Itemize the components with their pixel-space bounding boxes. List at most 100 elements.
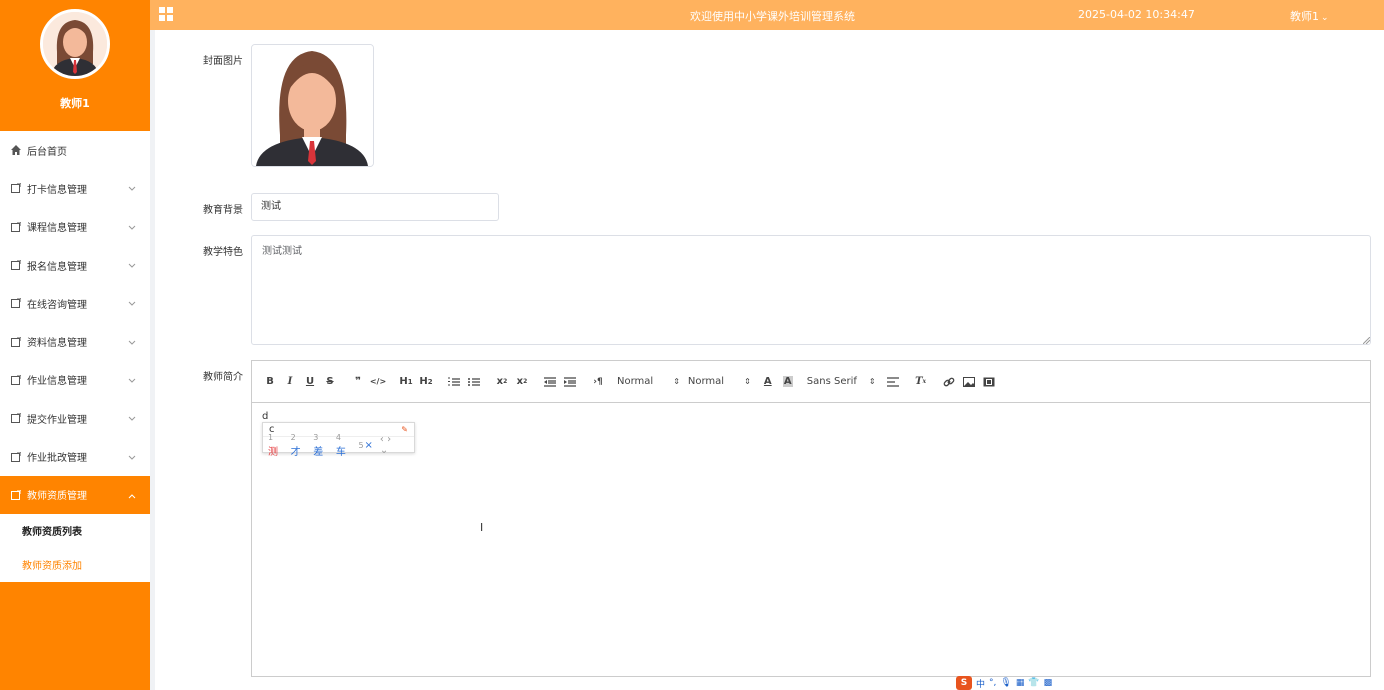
subscript-button[interactable]: x2 (493, 373, 511, 391)
skin-icon[interactable]: 👕 (1028, 678, 1039, 688)
ime-mode-indicator[interactable]: 中 (976, 677, 985, 690)
toolbox-icon[interactable]: ▩ (1044, 678, 1053, 688)
ime-candidate-window: c ✎ 1测 2才 3差 4车 5× ‹ › ⌄ (262, 422, 415, 458)
indent-icon[interactable] (561, 373, 579, 391)
topbar-datetime: 2025-04-02 10:34:47 (1078, 8, 1195, 21)
strike-button[interactable]: S (321, 373, 339, 391)
chevron-down-icon: ⌄ (1321, 13, 1329, 23)
clear-format-icon[interactable]: Tx (912, 373, 930, 391)
chevron-down-icon (128, 223, 136, 234)
sidebar-item-0[interactable]: 后台首页 (0, 131, 150, 170)
chevron-down-icon (128, 261, 136, 272)
sidebar-submenu: 教师资质列表 教师资质添加 (0, 513, 150, 582)
ime-candidate[interactable]: 4车 (336, 432, 352, 458)
sidebar-item-label: 打卡信息管理 (27, 184, 87, 196)
image-icon[interactable] (960, 373, 978, 391)
avatar-image (43, 12, 107, 76)
sidebar-item-4[interactable]: 在线咨询管理 (0, 284, 150, 323)
home-icon (11, 145, 21, 156)
header-select-1-value: Normal (617, 376, 654, 387)
sidebar-subitem-1[interactable]: 教师资质添加 (0, 548, 150, 582)
italic-button[interactable]: I (281, 373, 299, 391)
cover-image-upload[interactable] (251, 44, 374, 167)
outdent-icon[interactable] (541, 373, 559, 391)
blockquote-button[interactable]: ❞ (349, 373, 367, 391)
sidebar-item-9[interactable]: 教师资质管理 (0, 475, 150, 514)
ime-candidate-text: 才 (290, 447, 301, 458)
align-icon[interactable] (884, 373, 902, 391)
text-direction-button[interactable]: ›¶ (589, 373, 607, 391)
underline-button[interactable]: U (301, 373, 319, 391)
resize-handle-icon[interactable] (1363, 337, 1370, 344)
sidebar-item-1[interactable]: 打卡信息管理 (0, 169, 150, 208)
chevron-down-icon (128, 453, 136, 464)
ime-pager-icon[interactable]: ‹ › ⌄ (380, 434, 402, 456)
sidebar-item-5[interactable]: 资料信息管理 (0, 322, 150, 361)
intro-label: 教师简介 (203, 372, 243, 383)
header-select-2[interactable]: Normal ⇕ (688, 373, 751, 391)
link-icon[interactable] (940, 373, 958, 391)
sidebar-item-label: 教师资质管理 (27, 491, 87, 503)
ime-candidate[interactable]: 3差 (313, 432, 329, 458)
sidebar: 教师1 后台首页 打卡信息管理 课程信息管理 报名信息管理 在线咨询管理 资料信息管理 作业… (0, 0, 150, 690)
topbar-title: 欢迎使用中小学课外培训管理系统 (690, 10, 855, 23)
education-label: 教育背景 (203, 205, 243, 216)
sidebar-item-label: 报名信息管理 (27, 261, 87, 273)
font-select[interactable]: Sans Serif ⇕ (807, 373, 876, 391)
topbar-user-menu[interactable]: 教师1 ⌄ (1290, 8, 1329, 24)
grid-menu-icon[interactable] (159, 7, 173, 24)
font-select-value: Sans Serif (806, 376, 857, 387)
sidebar-item-8[interactable]: 作业批改管理 (0, 437, 150, 476)
chevron-down-icon (128, 376, 136, 387)
sidebar-item-6[interactable]: 作业信息管理 (0, 360, 150, 400)
header-select-1[interactable]: Normal ⇕ (617, 373, 680, 391)
code-block-button[interactable]: </> (369, 373, 387, 391)
header2-button[interactable]: H2 (417, 373, 435, 391)
editor-content[interactable]: d c ✎ 1测 2才 3差 4车 5× ‹ › ⌄ I (252, 403, 1370, 677)
select-arrows-icon: ⇕ (744, 377, 751, 386)
feature-textarea[interactable]: 测试测试 (251, 235, 1371, 345)
rich-text-editor: B I U S ❞ </> H1 H2 x2 x2 ›¶ Normal ⇕ No… (251, 360, 1371, 677)
sidebar-item-label: 后台首页 (27, 146, 67, 158)
main-form: 封面图片 教育背景 测试 教学特色 测试测试 教师简介 B I U S ❞ </… (155, 30, 1384, 690)
sidebar-subitem-0[interactable]: 教师资质列表 (0, 514, 150, 548)
avatar[interactable] (40, 9, 110, 79)
microphone-icon[interactable]: 🎙 (1000, 678, 1011, 688)
ime-candidate[interactable]: 1测 (268, 432, 284, 458)
document-icon (11, 221, 21, 232)
keyboard-icon[interactable]: ▦ (1016, 678, 1025, 688)
bold-button[interactable]: B (261, 373, 279, 391)
sidebar-profile: 教师1 (0, 9, 150, 131)
select-arrows-icon: ⇕ (868, 377, 876, 386)
sidebar-item-3[interactable]: 报名信息管理 (0, 245, 150, 285)
editor-toolbar: B I U S ❞ </> H1 H2 x2 x2 ›¶ Normal ⇕ No… (252, 361, 1370, 403)
topbar-username: 教师1 (1290, 10, 1319, 23)
background-color-icon[interactable]: A (779, 373, 797, 391)
ime-candidate[interactable]: 2才 (291, 432, 307, 458)
superscript-button[interactable]: x2 (513, 373, 531, 391)
chevron-down-icon (128, 184, 136, 195)
punctuation-icon[interactable]: °, (989, 678, 996, 688)
document-icon (11, 413, 21, 424)
sidebar-menu: 后台首页打卡信息管理课程信息管理报名信息管理在线咨询管理 资料信息管理作业信息管理… (0, 131, 150, 514)
bullet-list-icon[interactable] (465, 373, 483, 391)
education-input[interactable]: 测试 (251, 193, 499, 221)
ordered-list-icon[interactable] (445, 373, 463, 391)
ime-candidate-number: 1 (268, 433, 274, 442)
sidebar-item-2[interactable]: 课程信息管理 (0, 207, 150, 246)
cover-image (252, 45, 373, 166)
sidebar-item-label: 作业信息管理 (27, 376, 87, 388)
chevron-down-icon (128, 414, 136, 425)
document-icon (11, 183, 21, 194)
text-color-icon[interactable]: A (759, 373, 777, 391)
video-icon[interactable] (980, 373, 998, 391)
header1-button[interactable]: H1 (397, 373, 415, 391)
ime-candidate-text: 测 (268, 447, 278, 458)
ime-logo-icon[interactable]: S (956, 676, 972, 690)
ime-candidate-text: 车 (335, 447, 346, 458)
sidebar-item-7[interactable]: 提交作业管理 (0, 399, 150, 438)
document-icon (11, 298, 21, 309)
header-select-2-value: Normal (687, 376, 725, 387)
ime-candidate[interactable]: 5× (358, 440, 372, 451)
chevron-down-icon (128, 299, 136, 310)
